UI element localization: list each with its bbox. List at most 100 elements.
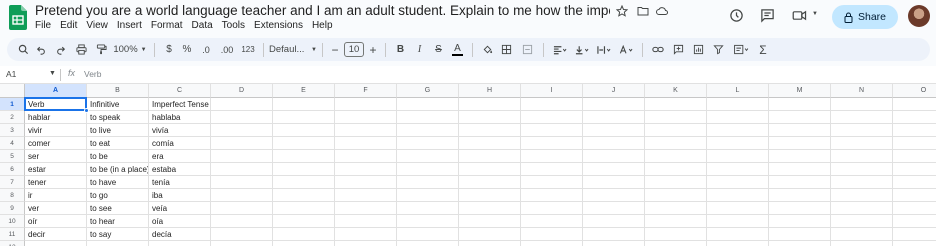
column-header-b[interactable]: B <box>87 84 149 98</box>
cell-e1[interactable] <box>273 98 335 111</box>
cell-e7[interactable] <box>273 176 335 189</box>
cell-b11[interactable]: to say <box>87 228 149 241</box>
cell-l9[interactable] <box>707 202 769 215</box>
cell-g5[interactable] <box>397 150 459 163</box>
cell-m6[interactable] <box>769 163 831 176</box>
cell-j3[interactable] <box>583 124 645 137</box>
increase-font-size-button[interactable]: + <box>366 38 380 61</box>
cell-e11[interactable] <box>273 228 335 241</box>
cell-m11[interactable] <box>769 228 831 241</box>
cell-i8[interactable] <box>521 189 583 202</box>
cell-c2[interactable]: hablaba <box>149 111 211 124</box>
cell-b10[interactable]: to hear <box>87 215 149 228</box>
cell-e6[interactable] <box>273 163 335 176</box>
cell-l8[interactable] <box>707 189 769 202</box>
row-header-3[interactable]: 3 <box>0 124 25 137</box>
cell-k10[interactable] <box>645 215 707 228</box>
text-color-button[interactable]: A <box>448 38 467 61</box>
more-formats-button[interactable]: 123 <box>238 38 258 61</box>
cell-k2[interactable] <box>645 111 707 124</box>
paint-format-icon[interactable] <box>91 38 111 61</box>
cell-c8[interactable]: iba <box>149 189 211 202</box>
star-icon[interactable] <box>616 5 628 17</box>
cell-o7[interactable] <box>893 176 936 189</box>
cell-i6[interactable] <box>521 163 583 176</box>
cell-d12[interactable] <box>211 241 273 246</box>
cell-m8[interactable] <box>769 189 831 202</box>
fill-handle[interactable] <box>84 108 89 113</box>
cell-i9[interactable] <box>521 202 583 215</box>
cell-h5[interactable] <box>459 150 521 163</box>
cell-b3[interactable]: to live <box>87 124 149 137</box>
menu-extensions[interactable]: Extensions <box>254 20 308 31</box>
row-header-1[interactable]: 1 <box>0 98 25 111</box>
sheets-logo-icon[interactable] <box>9 5 27 30</box>
cell-b7[interactable]: to have <box>87 176 149 189</box>
cell-f7[interactable] <box>335 176 397 189</box>
bold-button[interactable]: B <box>391 38 410 61</box>
column-header-f[interactable]: F <box>335 84 397 98</box>
cell-g4[interactable] <box>397 137 459 150</box>
cell-g10[interactable] <box>397 215 459 228</box>
cell-l1[interactable] <box>707 98 769 111</box>
move-folder-icon[interactable] <box>637 5 649 17</box>
row-header-10[interactable]: 10 <box>0 215 25 228</box>
cell-i2[interactable] <box>521 111 583 124</box>
cell-f12[interactable] <box>335 241 397 246</box>
percent-format-button[interactable]: % <box>178 38 196 61</box>
cell-n9[interactable] <box>831 202 893 215</box>
cell-a10[interactable]: oír <box>25 215 87 228</box>
horizontal-align-icon[interactable] <box>549 38 571 61</box>
cell-l6[interactable] <box>707 163 769 176</box>
cell-n1[interactable] <box>831 98 893 111</box>
cell-h12[interactable] <box>459 241 521 246</box>
cell-c9[interactable]: veía <box>149 202 211 215</box>
cell-k4[interactable] <box>645 137 707 150</box>
cell-a1[interactable]: Verb <box>25 98 87 111</box>
cell-m7[interactable] <box>769 176 831 189</box>
cell-b5[interactable]: to be <box>87 150 149 163</box>
column-header-l[interactable]: L <box>707 84 769 98</box>
menu-view[interactable]: View <box>86 20 113 31</box>
cell-n6[interactable] <box>831 163 893 176</box>
increase-decimal-button[interactable]: .00 <box>216 38 238 61</box>
cell-f10[interactable] <box>335 215 397 228</box>
cell-g3[interactable] <box>397 124 459 137</box>
cell-h4[interactable] <box>459 137 521 150</box>
zoom-select[interactable]: 100% ▼ <box>111 38 149 61</box>
fill-color-icon[interactable] <box>478 38 497 61</box>
cell-o10[interactable] <box>893 215 936 228</box>
cell-e10[interactable] <box>273 215 335 228</box>
filter-views-icon[interactable] <box>728 38 754 61</box>
cell-m2[interactable] <box>769 111 831 124</box>
cell-d3[interactable] <box>211 124 273 137</box>
row-header-12[interactable]: 12 <box>0 241 25 246</box>
cell-b1[interactable]: Infinitive <box>87 98 149 111</box>
cell-o5[interactable] <box>893 150 936 163</box>
cell-h1[interactable] <box>459 98 521 111</box>
cell-k7[interactable] <box>645 176 707 189</box>
redo-icon[interactable] <box>51 38 71 61</box>
cell-g11[interactable] <box>397 228 459 241</box>
cell-j5[interactable] <box>583 150 645 163</box>
name-box-dropdown-icon[interactable]: ▼ <box>49 70 56 77</box>
column-header-g[interactable]: G <box>397 84 459 98</box>
cell-i12[interactable] <box>521 241 583 246</box>
column-header-o[interactable]: O <box>893 84 936 98</box>
column-header-n[interactable]: N <box>831 84 893 98</box>
cell-b12[interactable] <box>87 241 149 246</box>
cell-j1[interactable] <box>583 98 645 111</box>
print-icon[interactable] <box>71 38 91 61</box>
cell-e2[interactable] <box>273 111 335 124</box>
cell-c6[interactable]: estaba <box>149 163 211 176</box>
cell-i11[interactable] <box>521 228 583 241</box>
version-history-icon[interactable] <box>729 8 744 23</box>
cell-h6[interactable] <box>459 163 521 176</box>
cell-g1[interactable] <box>397 98 459 111</box>
cell-f1[interactable] <box>335 98 397 111</box>
cell-l7[interactable] <box>707 176 769 189</box>
cell-a11[interactable]: decir <box>25 228 87 241</box>
font-family-select[interactable]: Defaul... ▼ <box>269 38 317 61</box>
column-header-m[interactable]: M <box>769 84 831 98</box>
cell-i10[interactable] <box>521 215 583 228</box>
